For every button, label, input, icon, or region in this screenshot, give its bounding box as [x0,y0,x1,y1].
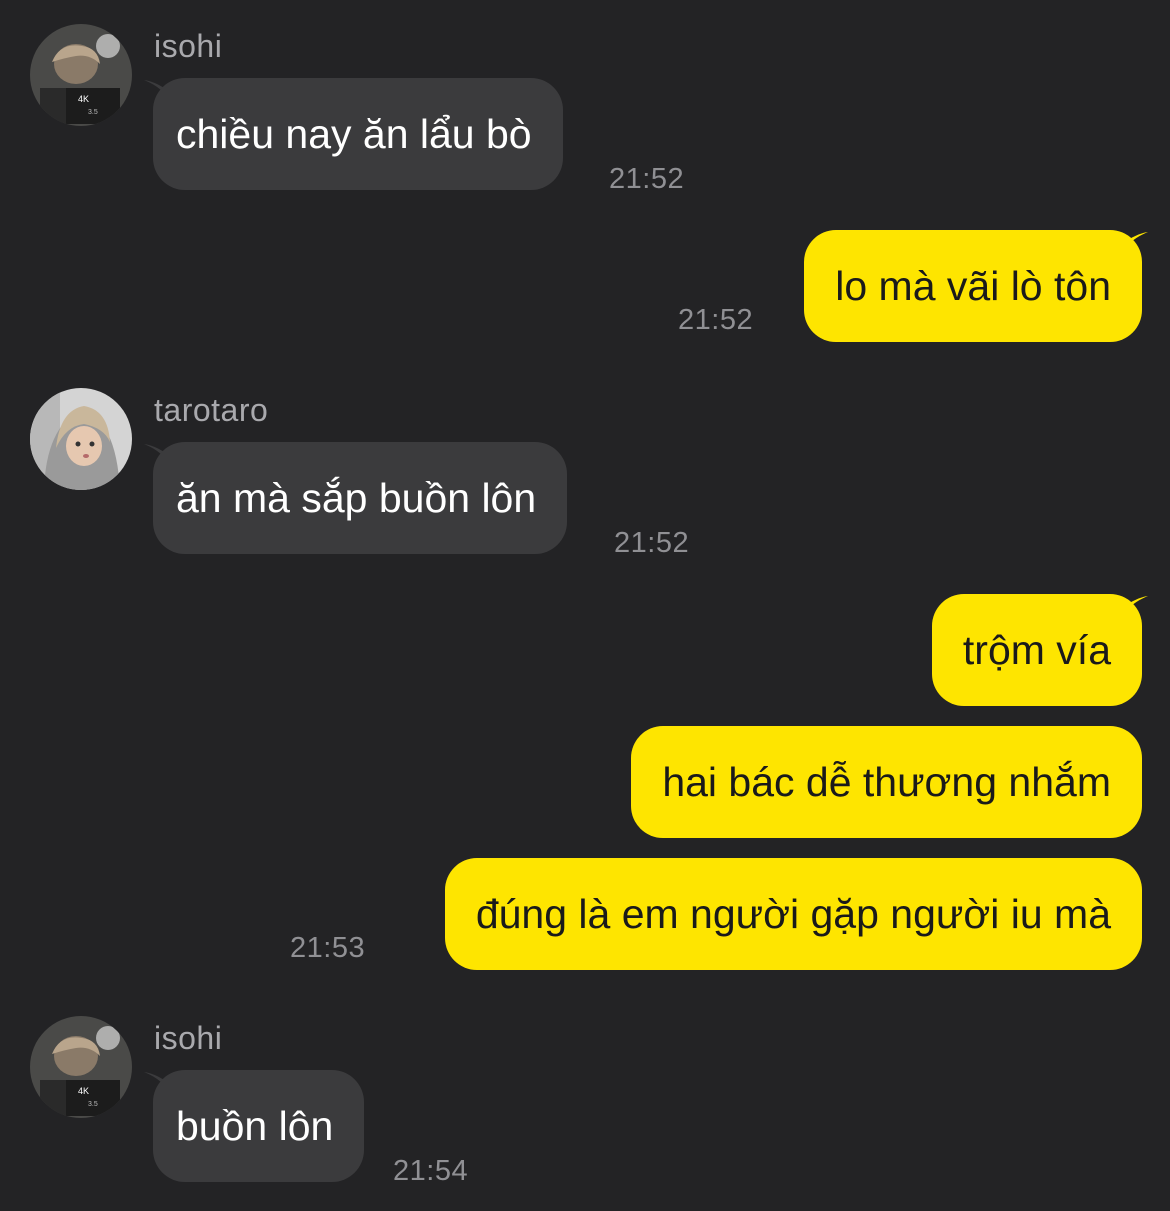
svg-text:4K: 4K [78,1086,89,1096]
svg-text:4K: 4K [78,94,89,104]
message-timestamp: 21:54 [393,1155,469,1187]
avatar-tarotaro[interactable] [30,388,132,490]
avatar-isohi[interactable]: 4K 3.5 [30,1016,132,1118]
message-bubble-incoming[interactable]: chiều nay ăn lẩu bò [153,78,563,190]
message-timestamp: 21:52 [609,163,685,195]
message-timestamp: 21:52 [678,304,754,336]
message-bubble-incoming[interactable]: buồn lôn [153,1070,365,1182]
svg-text:3.5: 3.5 [88,109,98,116]
sender-name: isohi [154,1020,223,1056]
message-bubble-outgoing[interactable]: hai bác dễ thương nhắm [631,726,1142,838]
svg-text:3.5: 3.5 [88,1101,98,1108]
sender-name: tarotaro [154,392,269,428]
message-bubble-outgoing[interactable]: đúng là em người gặp người iu mà [444,858,1142,970]
message-bubble-incoming[interactable]: ăn mà sắp buồn lôn [153,442,568,554]
avatar-isohi[interactable]: 4K 3.5 [30,24,132,126]
message-bubble-outgoing[interactable]: lo mà vãi lò tôn [804,230,1142,342]
sender-name: isohi [154,28,223,64]
message-timestamp: 21:52 [614,527,690,559]
message-timestamp: 21:53 [290,932,366,964]
message-bubble-outgoing[interactable]: trộm vía [931,594,1142,706]
